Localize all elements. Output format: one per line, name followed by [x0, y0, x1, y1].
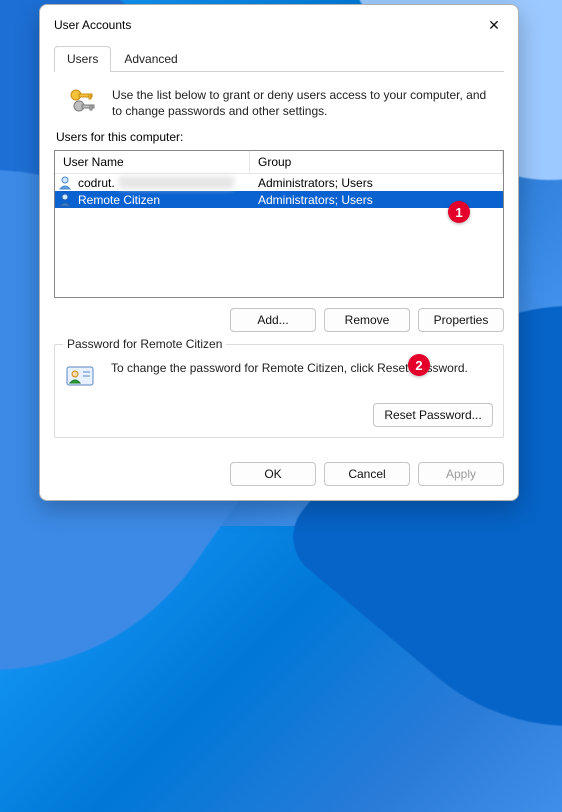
password-groupbox: Password for Remote Citizen To change th… [54, 344, 504, 438]
user-icon [59, 175, 74, 190]
user-name-0: codrut. [78, 176, 115, 190]
close-button[interactable]: ✕ [480, 13, 508, 37]
header-username[interactable]: User Name [55, 151, 250, 174]
tabstrip: Users Advanced [54, 45, 504, 72]
list-buttons: Add... Remove Properties [54, 308, 504, 332]
close-icon: ✕ [488, 18, 500, 32]
keys-icon [66, 86, 100, 120]
dialog-title: User Accounts [54, 18, 131, 32]
dialog-footer: OK Cancel Apply [40, 450, 518, 500]
user-group-1: Administrators; Users [250, 193, 503, 207]
intro-text: Use the list below to grant or deny user… [112, 86, 500, 119]
reset-password-button[interactable]: Reset Password... [373, 403, 493, 427]
titlebar: User Accounts ✕ [40, 5, 518, 43]
tab-users[interactable]: Users [54, 46, 111, 72]
password-help-text: To change the password for Remote Citize… [111, 359, 468, 376]
table-row[interactable]: Remote Citizen Administrators; Users [55, 191, 503, 208]
user-icon [59, 192, 74, 207]
identity-card-icon [65, 359, 99, 393]
ok-button[interactable]: OK [230, 462, 316, 486]
tab-advanced[interactable]: Advanced [111, 46, 190, 72]
user-group-0: Administrators; Users [250, 176, 503, 190]
list-header: User Name Group [55, 151, 503, 174]
add-button[interactable]: Add... [230, 308, 316, 332]
user-name-1: Remote Citizen [78, 193, 160, 207]
properties-button[interactable]: Properties [418, 308, 504, 332]
table-row[interactable]: codrut. Administrators; Users [55, 174, 503, 191]
remove-button[interactable]: Remove [324, 308, 410, 332]
users-list[interactable]: User Name Group codrut. Administrators; … [54, 150, 504, 298]
redacted-text [119, 176, 234, 189]
apply-button: Apply [418, 462, 504, 486]
user-accounts-dialog: User Accounts ✕ Users Advanced Use the l… [39, 4, 519, 501]
users-list-label: Users for this computer: [56, 130, 502, 144]
header-group[interactable]: Group [250, 151, 503, 174]
password-legend: Password for Remote Citizen [63, 337, 226, 351]
intro-block: Use the list below to grant or deny user… [66, 86, 500, 120]
cancel-button[interactable]: Cancel [324, 462, 410, 486]
